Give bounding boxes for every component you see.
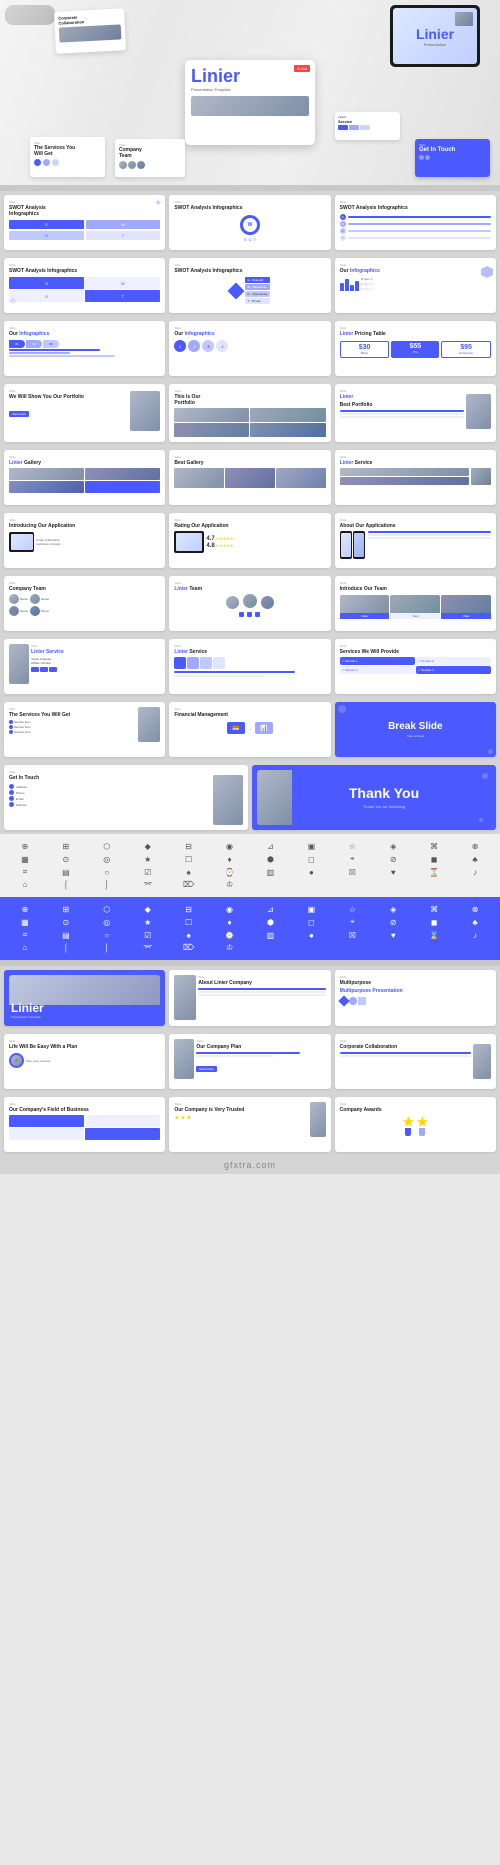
price-card-1: $30 Basic xyxy=(340,341,390,358)
slide-swot-5: Slide SWOT Analysis Infographics S - Str… xyxy=(169,258,330,313)
slide-service-1: Slide Linier Service Yeolie AndreanWilli… xyxy=(4,639,165,694)
price-card-2: $55 Pro xyxy=(391,341,439,358)
slide-swot-1: Slide SWOT AnalysisInfographics S W O T … xyxy=(4,195,165,250)
hero-section: Corporate Collaboration Linier Presentat… xyxy=(0,0,500,185)
slide-service-2: Slide Linier Service xyxy=(169,639,330,694)
icon-grid-blue: ⊕ ⊞ ⬡ ◆ ⊟ ◉ ⊿ ▣ ☆ ◈ ⌘ ⊗ ▦ ⊙ ◎ ★ ☐ ♦ ⬢ ◻ … xyxy=(0,897,500,960)
slide-bottom-life: Slide Life Will Be Easy With a Plan ✓ Pl… xyxy=(4,1034,165,1089)
thankyou-title: Thank You xyxy=(349,786,419,801)
slide-service-3: Slide Services We Will Provide ✓ Service… xyxy=(335,639,496,694)
app-row: Slide Introducing Our Application Smart … xyxy=(0,509,500,572)
hot-tag: S.Hot xyxy=(294,65,310,72)
team-card-hero: Slide Company Team xyxy=(115,139,185,177)
watermark-section: gfxtra.com xyxy=(0,1156,500,1174)
slide-app-2: Slide Rating Our Application 4.7 ★★★★★ 4… xyxy=(169,513,330,568)
slide-bottom-plan: Slide Our Company Plan Read More xyxy=(169,1034,330,1089)
slide-bottom-linier: Linier Presentation Template xyxy=(4,970,165,1026)
service-card-hero: Slide The Services You Will Get xyxy=(30,137,105,177)
slide-app-3: Slide About Our Applications xyxy=(335,513,496,568)
main-hero-card: S.Hot Linier Presentation Template xyxy=(185,60,315,145)
slide-thankyou: Thank You Thank You for Watching xyxy=(252,765,496,830)
slide-break: Break Slide Take a break xyxy=(335,702,496,757)
slide-swot-3: Slide SWOT Analysis Infographics S W O T xyxy=(335,195,496,250)
slide-services-get: Slide The Services You Will Get Service … xyxy=(4,702,165,757)
bottom-row-3: Slide Our Company's Field of Business Sl… xyxy=(0,1093,500,1156)
slide-contact: Slide Get In Touch Address Phone xyxy=(4,765,248,830)
slide-portfolio-1: Slide We Will Show You Our Portfolio Vie… xyxy=(4,384,165,442)
slide-service-gallery: Slide Linier Service xyxy=(335,450,496,505)
slide-gallery-2: Slide Best Gallery xyxy=(169,450,330,505)
price-card-3: $95 Enterprise xyxy=(441,341,491,358)
bottom-linier-title: Linier xyxy=(11,1001,158,1015)
small-slide-1: Corporate Collaboration xyxy=(55,10,125,52)
slide-infographic-1: Slide Our Infographics ★ Item 1 ★ Item 2… xyxy=(335,258,496,313)
portfolio-row: Slide We Will Show You Our Portfolio Vie… xyxy=(0,380,500,446)
slide-swot-2: Slide SWOT Analysis Infographics W S O T xyxy=(169,195,330,250)
service-row: Slide Linier Service Yeolie AndreanWilli… xyxy=(0,635,500,698)
slide-team-3: Slide Introduce Our Team View View View xyxy=(335,576,496,631)
contact-thankyou-row: Slide Get In Touch Address Phone xyxy=(0,761,500,834)
slide-financial: Slide Financial Management 💳 → 📊 xyxy=(169,702,330,757)
slide-portfolio-2: Slide This Is OurPortfolio xyxy=(169,384,330,442)
slide-bottom-trusted: Slide Our Company is Very Trusted xyxy=(169,1097,330,1152)
slide-pricing: Slide Linier Pricing Table $30 Basic $55… xyxy=(335,321,496,376)
slide-bottom-corporate: Slide Corporate Collaboration xyxy=(335,1034,496,1089)
slide-gallery-1: Slide Linier Gallery xyxy=(4,450,165,505)
slide-portfolio-3: Slide Linier Best Portfolio xyxy=(335,384,496,442)
page-wrapper: Corporate Collaboration Linier Presentat… xyxy=(0,0,500,1174)
linier-brand: Linier xyxy=(191,66,309,87)
team-row: Slide Company Team Name Name N xyxy=(0,572,500,635)
service-badge-hero: Linier Service xyxy=(335,112,400,140)
tablet-mockup: Linier Presentation xyxy=(390,5,480,67)
misc-row: Slide The Services You Will Get Service … xyxy=(0,698,500,761)
slide-infographic-2: Slide Our Infographics 01 02 03 xyxy=(4,321,165,376)
slide-bottom-field: Slide Our Company's Field of Business xyxy=(4,1097,165,1152)
slide-team-1: Slide Company Team Name Name N xyxy=(4,576,165,631)
slide-swot-4: Slide SWOT Analysis Infographics S W O T… xyxy=(4,258,165,313)
bottom-row-1: Linier Presentation Template Slide About… xyxy=(0,966,500,1030)
tablet-title: Linier xyxy=(416,26,454,42)
icon-grid-light: ⊕ ⊞ ⬡ ◆ ⊟ ◉ ⊿ ▣ ☆ ◈ ⌘ ⊗ ▦ ⊙ ◎ ★ ☐ ♦ ⬢ ◻ … xyxy=(0,834,500,897)
bottom-linier-sub: Presentation Template xyxy=(11,1015,158,1019)
gallery-row: Slide Linier Gallery Slide Best Gallery … xyxy=(0,446,500,509)
swot-row-2: Slide SWOT Analysis Infographics S W O T… xyxy=(0,254,500,317)
slide-bottom-awards: Slide Company Awards xyxy=(335,1097,496,1152)
slide-infographic-3: Slide Our Infographics 1 2 3 4 xyxy=(169,321,330,376)
slide-team-2: Slide Linier Team xyxy=(169,576,330,631)
slide-bottom-about: Slide About Linier Company xyxy=(169,970,330,1026)
thankyou-sub: Thank You for Watching xyxy=(349,804,419,809)
glasses-decoration xyxy=(5,5,55,25)
gfxtra-watermark: gfxtra.com xyxy=(4,1160,496,1170)
slide-app-1: Slide Introducing Our Application Smart … xyxy=(4,513,165,568)
swot-row-1: Slide SWOT AnalysisInfographics S W O T … xyxy=(0,191,500,254)
bottom-row-2: Slide Life Will Be Easy With a Plan ✓ Pl… xyxy=(0,1030,500,1093)
touch-card-hero: Slide Get In Touch xyxy=(415,139,490,177)
infographic-pricing-row: Slide Our Infographics 01 02 03 Slide Ou… xyxy=(0,317,500,380)
slide-bottom-multipurpose: Slide Multipurpose Multipurpose Presenta… xyxy=(335,970,496,1026)
